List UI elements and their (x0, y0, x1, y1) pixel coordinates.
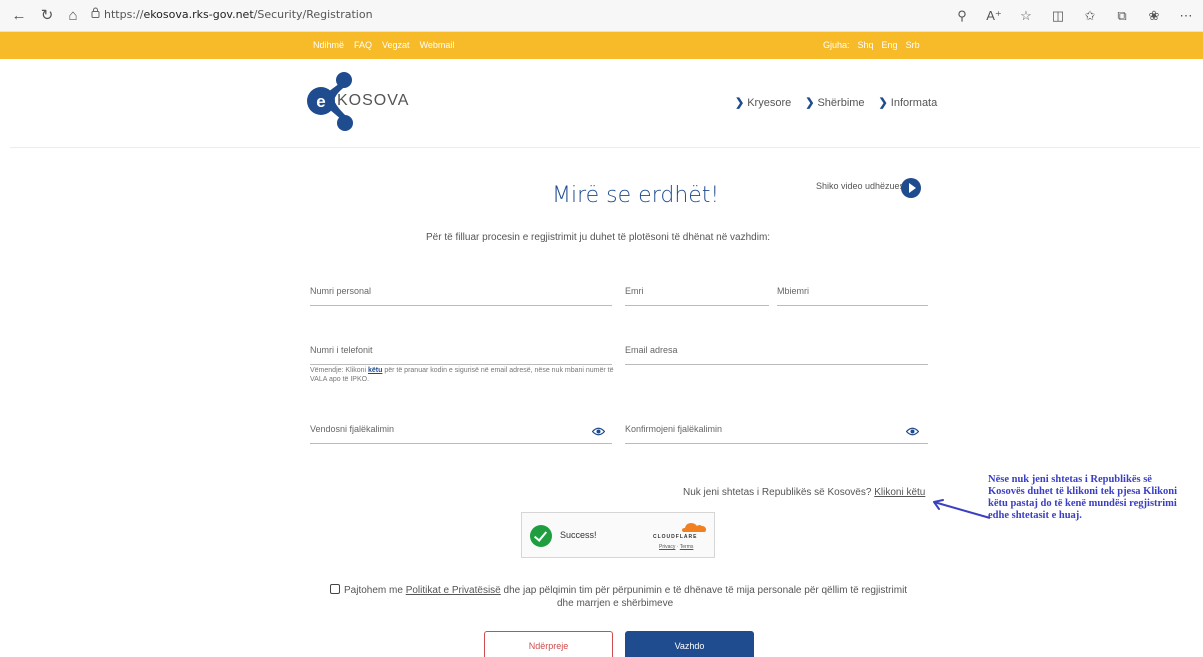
terms-link[interactable]: Terms (680, 544, 694, 550)
lang-srb[interactable]: Srb (906, 40, 920, 50)
refresh-icon[interactable]: ↻ (38, 7, 56, 25)
consent-text: Pajtohem me Politikat e Privatësisë dhe … (344, 585, 908, 609)
non-citizen-link[interactable]: Klikoni këtu (874, 487, 925, 498)
non-citizen-prompt: Nuk jeni shtetas i Republikës së Kosovës… (683, 487, 926, 498)
intro-text: Për të filluar procesin e regjistrimit j… (426, 232, 771, 243)
chevron-right-icon: ❯ (805, 97, 815, 109)
favorites-bar-icon[interactable]: ✩ (1081, 7, 1099, 25)
link-faq[interactable]: FAQ (354, 40, 372, 50)
address-bar[interactable]: https://ekosova.rks-gov.net/Security/Reg… (104, 8, 373, 21)
phone-field[interactable]: Numri i telefonit (310, 341, 612, 365)
lock-icon[interactable] (91, 7, 100, 18)
password-field[interactable]: Vendosni fjalëkalimin (310, 420, 612, 444)
play-icon[interactable] (901, 178, 921, 198)
cloudflare-logo: CLOUDFLARE (653, 534, 698, 540)
annotation-arrow-icon (933, 499, 991, 519)
captcha-status: Success! (560, 530, 597, 540)
chevron-right-icon: ❯ (735, 97, 745, 109)
more-icon[interactable]: ⋯ (1177, 7, 1195, 25)
back-icon[interactable]: ← (10, 7, 28, 25)
consent-checkbox[interactable] (330, 584, 340, 594)
lang-eng[interactable]: Eng (882, 40, 898, 50)
hint-link[interactable]: këtu (368, 367, 382, 374)
nav-home[interactable]: ❯ Kryesore (735, 96, 791, 109)
link-webmail[interactable]: Webmail (420, 40, 455, 50)
last-name-field[interactable]: Mbiemri (777, 282, 928, 306)
phone-hint: Vëmendje: Klikoni këtu për të pranuar ko… (310, 367, 614, 383)
chevron-right-icon: ❯ (878, 97, 888, 109)
utility-bar: Ndihmë FAQ Vegzat Webmail Gjuha: Shq Eng… (0, 32, 1203, 59)
home-icon[interactable]: ⌂ (64, 7, 82, 25)
video-guide-link[interactable]: Shiko video udhëzuesin (816, 181, 911, 191)
logo-text: KOSOVA (337, 92, 410, 109)
search-icon[interactable]: ⚲ (953, 7, 971, 25)
link-links[interactable]: Vegzat (382, 40, 410, 50)
page-title: Mirë se erdhët! (552, 183, 720, 208)
split-screen-icon[interactable]: ◫ (1049, 7, 1067, 25)
nav-services[interactable]: ❯ Shërbime (805, 96, 864, 109)
lang-shq[interactable]: Shq (858, 40, 874, 50)
cancel-button[interactable]: Ndërpreje (484, 631, 613, 657)
confirm-password-field[interactable]: Konfirmojeni fjalëkalimin (625, 420, 928, 444)
nav-information[interactable]: ❯ Informata (879, 96, 938, 109)
browser-toolbar: ← ↻ ⌂ https://ekosova.rks-gov.net/Securi… (0, 0, 1203, 32)
personal-number-field[interactable]: Numri personal (310, 282, 612, 306)
read-aloud-icon[interactable]: A⁺ (985, 7, 1003, 25)
annotation-note: Nëse nuk jeni shtetas i Republikës së Ko… (988, 474, 1178, 521)
svg-text:e: e (316, 92, 325, 111)
favorite-icon[interactable]: ☆ (1017, 7, 1035, 25)
cloudflare-cloud-icon (682, 523, 706, 532)
first-name-field[interactable]: Emri (625, 282, 769, 306)
language-label: Gjuha: (823, 40, 850, 50)
eye-icon[interactable] (906, 427, 919, 436)
privacy-policy-link[interactable]: Politikat e Privatësisë (406, 585, 501, 596)
email-field[interactable]: Email adresa (625, 341, 928, 365)
header-divider (10, 147, 1200, 148)
main-nav: ❯ Kryesore ❯ Shërbime ❯ Informata (735, 96, 937, 109)
continue-button[interactable]: Vazhdo (625, 631, 754, 657)
extension-icon[interactable]: ❀ (1145, 7, 1163, 25)
collections-icon[interactable]: ⧉ (1113, 7, 1131, 25)
success-check-icon (530, 525, 552, 547)
link-help[interactable]: Ndihmë (313, 40, 344, 50)
privacy-link[interactable]: Privacy (659, 544, 675, 550)
eye-icon[interactable] (592, 427, 605, 436)
captcha-widget[interactable]: Success! CLOUDFLARE Privacy · Terms (521, 512, 715, 558)
